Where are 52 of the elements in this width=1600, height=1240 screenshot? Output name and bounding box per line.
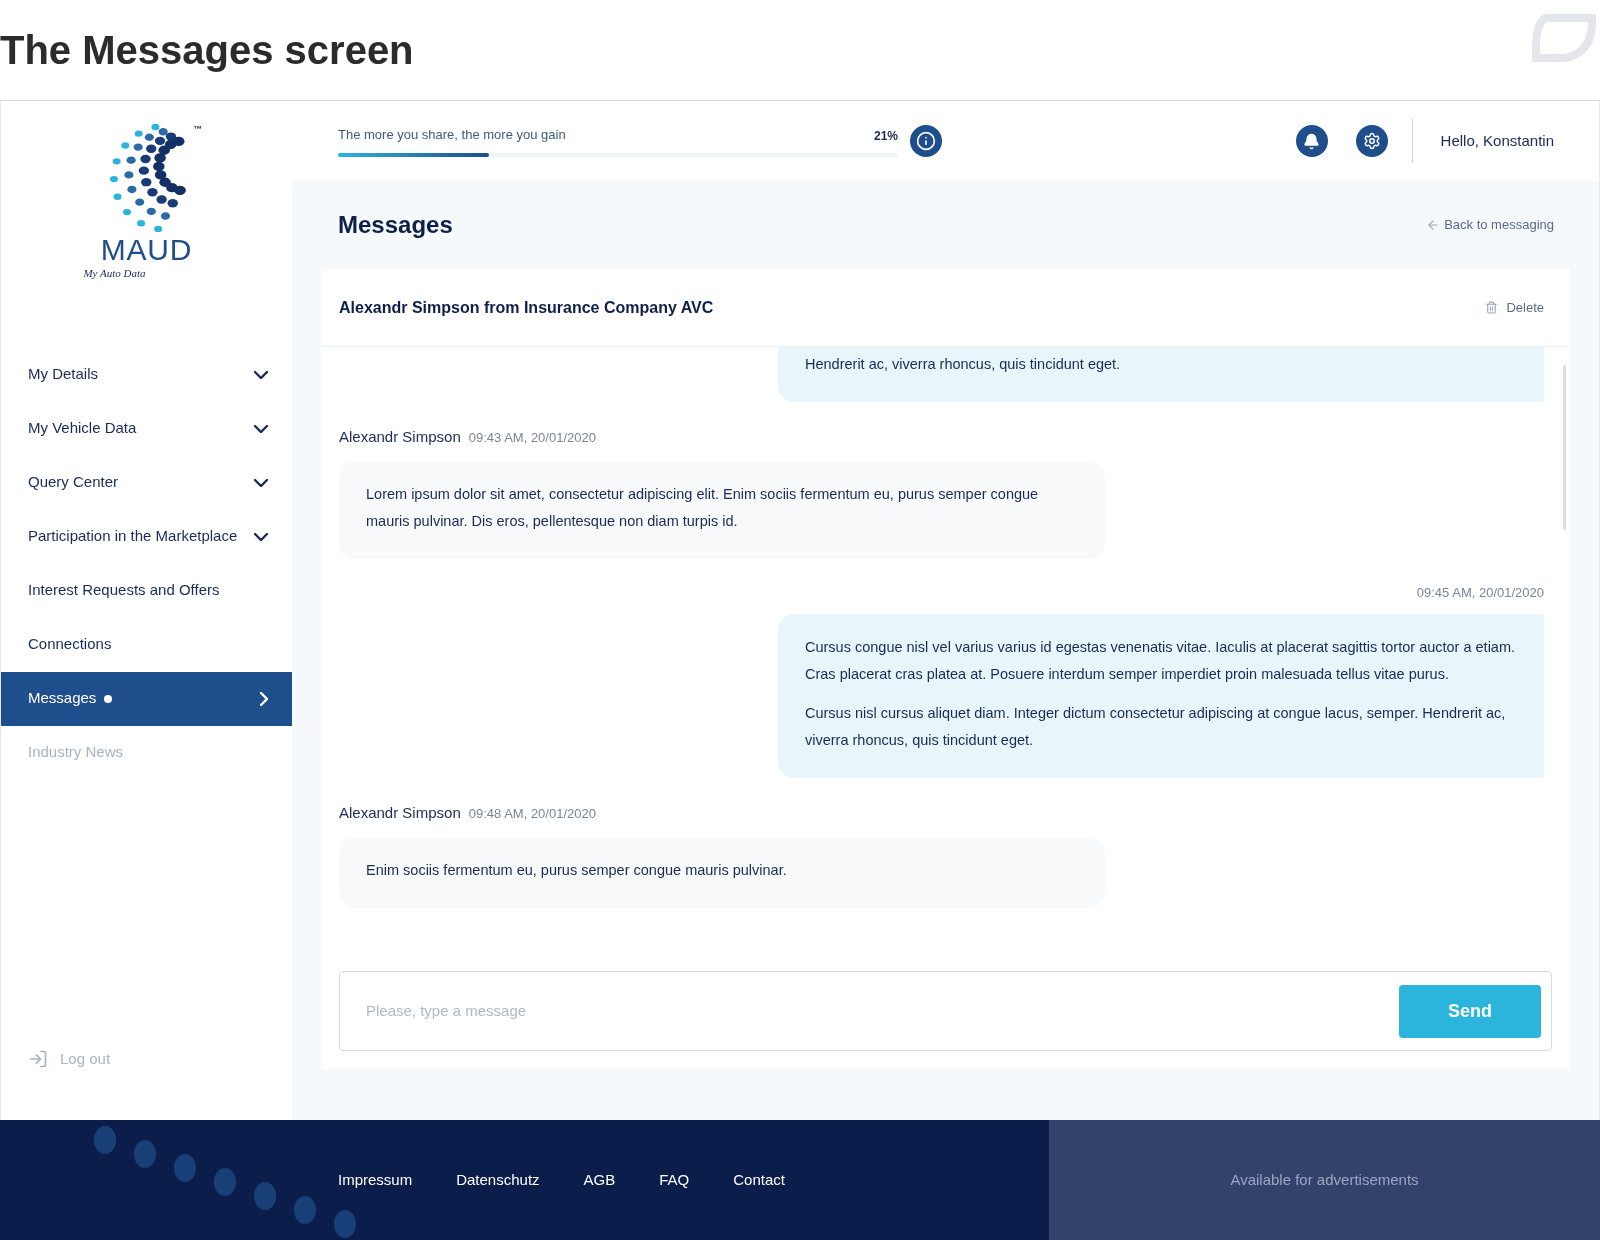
back-link[interactable]: Back to messaging	[1426, 215, 1554, 235]
sidebar-item[interactable]: Interest Requests and Offers	[1, 563, 292, 618]
chevron-down-icon	[254, 478, 268, 487]
logo-tagline: My Auto Data	[83, 266, 146, 281]
sphere-logo-icon	[107, 121, 186, 235]
message-time: 09:43 AM, 20/01/2020	[468, 429, 596, 447]
footer-link[interactable]: AGB	[583, 1168, 616, 1192]
message-text: Cursus congue nisl vel varius varius id egestas venenatis vitae. Iaculis at placerat sagittis tortor auctor a etiam. Cras placerat cras platea at. Posuere interdum semper imperdiet proin malesuada tellus vitae purus.	[805, 638, 1517, 684]
ad-text: Available for advertisements	[1230, 1169, 1419, 1190]
settings-button[interactable]	[1355, 125, 1388, 157]
message-time: 09:45 AM, 20/01/2020	[1416, 583, 1544, 602]
corner-logo-icon	[1532, 12, 1596, 64]
message-text: Lorem ipsum dolor sit amet, consectetur adipiscing elit. Enim sociis fermentum eu, purus semper congue mauris pulvinar. Dis eros, pellentesque non diam turpis id.	[366, 484, 1040, 531]
footer-link[interactable]: Contact	[733, 1168, 785, 1192]
chevron-down-icon	[254, 424, 268, 433]
messages-heading: Messages	[338, 210, 453, 240]
message-input[interactable]: Please, type a message	[366, 999, 1399, 1023]
progress-reading: 21%	[873, 127, 898, 145]
info-icon	[916, 131, 936, 151]
sidebar-item[interactable]: Messages	[1, 671, 292, 726]
sidebar-item[interactable]: Participation in the Marketplace	[1, 509, 292, 564]
message-time: 09:48 AM, 20/01/2020	[468, 805, 596, 823]
message-text: Enim sociis fermentum eu, purus semper congue mauris pulvinar.	[366, 860, 788, 880]
greeting-text: Hello, Konstantin	[1440, 130, 1554, 151]
progress-label: The more you share, the more you gain	[338, 126, 566, 145]
sender-name: Alexandr Simpson	[339, 803, 461, 823]
gear-icon	[1362, 132, 1381, 150]
sidebar-item[interactable]: My Details	[1, 347, 292, 402]
arrow-left-icon	[1426, 218, 1441, 232]
chevron-right-icon	[260, 691, 268, 706]
logo-wordmark: MAUD	[100, 235, 193, 265]
delete-button[interactable]: Delete	[1485, 297, 1544, 318]
page-title: The Messages screen	[0, 27, 414, 74]
sidebar-item[interactable]: Connections	[1, 617, 292, 672]
footer-link[interactable]: Datenschutz	[456, 1168, 540, 1192]
message-text: Hendrerit ac, viverra rhoncus, quis tincidunt eget.	[805, 355, 1122, 374]
bell-icon	[1303, 132, 1321, 150]
sidebar-item[interactable]: Query Center	[1, 455, 292, 510]
footer-link[interactable]: Impressum	[338, 1168, 413, 1192]
scrollbar[interactable]	[1563, 365, 1566, 530]
message-text: Cursus nisl cursus aliquet diam. Integer dictum consectetur adipiscing at congue lacus, semper. Hendrerit ac, viverra rhoncus, quis tincidunt eget.	[805, 704, 1507, 750]
notification-button[interactable]	[1295, 125, 1328, 157]
exit-icon	[28, 1048, 48, 1069]
chevron-down-icon	[254, 370, 268, 379]
footer-link[interactable]: FAQ	[659, 1168, 690, 1192]
conversation-title: Alexandr Simpson from Insurance Company AVC	[339, 297, 714, 318]
chevron-down-icon	[254, 532, 268, 541]
sidebar-item[interactable]: My Vehicle Data	[1, 401, 292, 456]
trademark-sign: ™	[193, 123, 202, 136]
sender-name: Alexandr Simpson	[339, 427, 461, 447]
trash-icon	[1485, 301, 1499, 314]
info-button[interactable]	[910, 125, 942, 157]
